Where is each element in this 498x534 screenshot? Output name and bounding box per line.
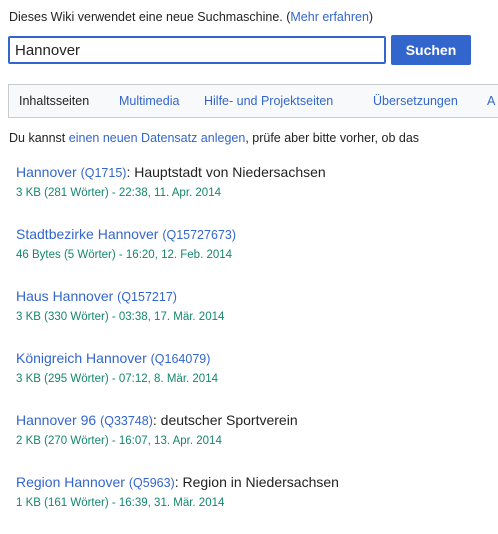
result-meta: 3 KB (330 Wörter) - 03:38, 17. Mär. 2014 [16,311,225,323]
result-meta: 2 KB (270 Wörter) - 16:07, 13. Apr. 2014 [16,435,222,447]
create-item-link[interactable]: einen neuen Datensatz anlegen [69,131,246,145]
result-title-link[interactable]: Hannover 96 [16,412,96,428]
result-item-id: (Q1715) [80,166,127,180]
create-item-info: Du kannst einen neuen Datensatz anlegen,… [9,131,419,145]
result-item-id: (Q164079) [150,352,211,366]
result-title-link[interactable]: Haus Hannover [16,288,113,304]
search-button[interactable]: Suchen [391,35,471,65]
search-result: Region Hannover (Q5963): Region in Niede… [16,472,498,534]
result-title-link[interactable]: Region Hannover [16,474,125,490]
tab-help-project-pages[interactable]: Hilfe- und Projektseiten [204,94,333,108]
notice-text: Dieses Wiki verwendet eine neue Suchmasc… [9,10,291,24]
tab-content-pages[interactable]: Inhaltsseiten [19,94,89,108]
result-item-id: (Q15727673) [162,228,236,242]
result-title-link[interactable]: Hannover [16,164,77,180]
result-title-link[interactable]: Königreich Hannover [16,350,147,366]
result-title-link[interactable]: Stadtbezirke Hannover [16,226,158,242]
result-heading: Stadtbezirke Hannover (Q15727673) [16,224,498,245]
result-item-id: (Q33748) [100,414,153,428]
result-meta: 1 KB (161 Wörter) - 16:39, 31. Mär. 2014 [16,497,225,509]
search-profile-tabs: Inhaltsseiten Multimedia Hilfe- und Proj… [8,84,498,118]
result-heading: Königreich Hannover (Q164079) [16,348,498,369]
result-item-id: (Q5963) [128,476,175,490]
info-prefix: Du kannst [9,131,69,145]
search-result: Hannover 96 (Q33748): deutscher Sportver… [16,410,498,472]
tab-all[interactable]: A [487,94,495,108]
search-result: Stadtbezirke Hannover (Q15727673) 46 Byt… [16,224,498,286]
result-meta: 3 KB (295 Wörter) - 07:12, 8. Mär. 2014 [16,373,218,385]
notice-suffix: ) [368,10,374,24]
search-result: Königreich Hannover (Q164079) 3 KB (295 … [16,348,498,410]
search-result: Haus Hannover (Q157217) 3 KB (330 Wörter… [16,286,498,348]
result-description: : Hauptstadt von Niedersachsen [126,164,326,180]
info-suffix: , prüfe aber bitte vorher, ob das [245,131,420,145]
search-engine-notice: Dieses Wiki verwendet eine neue Suchmasc… [9,10,373,24]
result-heading: Region Hannover (Q5963): Region in Niede… [16,472,498,493]
tab-translations[interactable]: Übersetzungen [373,94,458,108]
tab-multimedia[interactable]: Multimedia [119,94,179,108]
result-item-id: (Q157217) [117,290,177,304]
result-description: : Region in Niedersachsen [174,474,339,490]
search-results: Hannover (Q1715): Hauptstadt von Nieders… [16,162,498,534]
learn-more-link[interactable]: Mehr erfahren [290,10,369,24]
result-heading: Hannover (Q1715): Hauptstadt von Nieders… [16,162,498,183]
result-meta: 3 KB (281 Wörter) - 22:38, 11. Apr. 2014 [16,187,221,199]
result-heading: Haus Hannover (Q157217) [16,286,498,307]
search-input[interactable] [8,36,386,64]
result-heading: Hannover 96 (Q33748): deutscher Sportver… [16,410,498,431]
result-description: : deutscher Sportverein [152,412,298,428]
search-result: Hannover (Q1715): Hauptstadt von Nieders… [16,162,498,224]
result-meta: 46 Bytes (5 Wörter) - 16:20, 12. Feb. 20… [16,249,233,261]
